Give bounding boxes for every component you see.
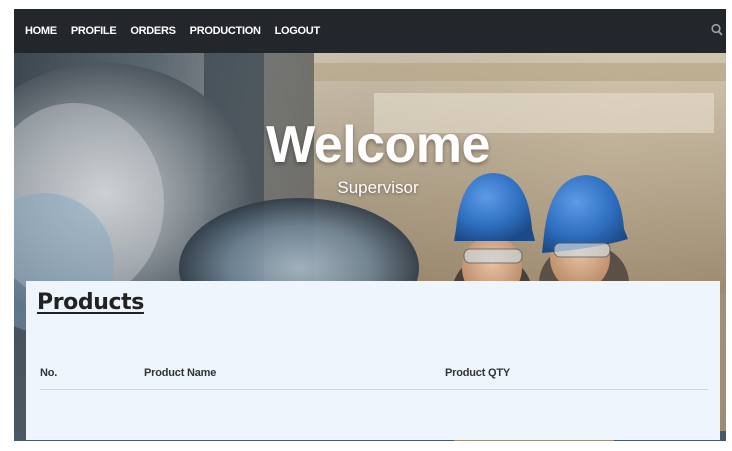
products-table-header: No. Product Name Product QTY: [40, 361, 708, 390]
column-header-product-qty: Product QTY: [445, 367, 511, 379]
nav-links: HOME PROFILE ORDERS PRODUCTION LOGOUT: [25, 25, 334, 37]
welcome-subtitle: Supervisor: [337, 178, 419, 197]
column-header-no: No.: [40, 367, 58, 379]
nav-home-link[interactable]: HOME: [25, 25, 57, 37]
products-heading: Products: [37, 290, 144, 315]
welcome-title: Welcome: [266, 116, 490, 174]
top-navbar: HOME PROFILE ORDERS PRODUCTION LOGOUT: [14, 9, 726, 53]
app-frame: HOME PROFILE ORDERS PRODUCTION LOGOUT We…: [14, 9, 726, 441]
column-header-product-name: Product Name: [144, 367, 217, 379]
nav-logout-link[interactable]: LOGOUT: [275, 25, 321, 37]
search-icon[interactable]: [710, 22, 724, 38]
nav-orders-link[interactable]: ORDERS: [130, 25, 176, 37]
nav-profile-link[interactable]: PROFILE: [71, 25, 117, 37]
products-panel: Products No. Product Name Product QTY: [26, 281, 720, 440]
nav-production-link[interactable]: PRODUCTION: [190, 25, 261, 37]
